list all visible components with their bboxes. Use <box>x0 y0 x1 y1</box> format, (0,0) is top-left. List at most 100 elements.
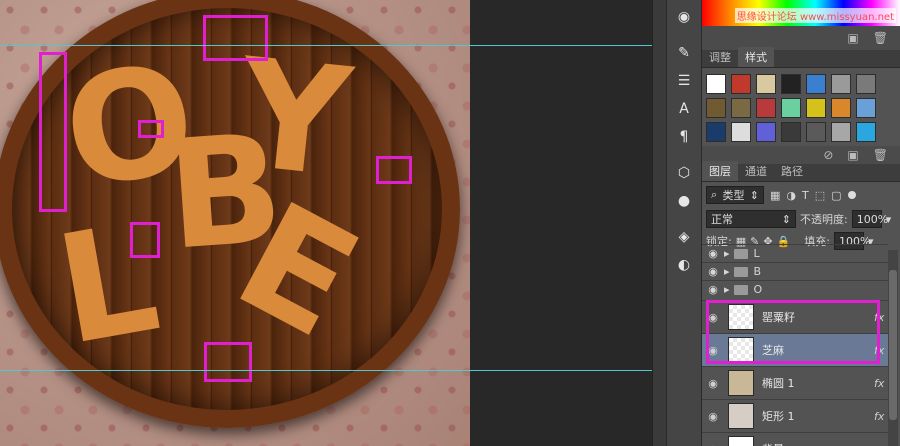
cube-icon[interactable]: ⬡ <box>672 162 696 184</box>
eye-icon[interactable]: ◉ <box>702 410 724 423</box>
eye-icon[interactable]: ◉ <box>702 443 724 446</box>
style-swatch[interactable] <box>756 98 776 118</box>
tab-paths[interactable]: 路径 <box>774 161 810 181</box>
chevron-right-icon[interactable]: ▸ <box>724 283 730 296</box>
style-swatch[interactable] <box>706 122 726 142</box>
document-canvas[interactable]: O Y B L E <box>0 0 470 446</box>
layer-group[interactable]: ◉ ▸ O <box>702 280 888 298</box>
highlight-box <box>706 300 880 364</box>
kuler-icon[interactable]: ● <box>672 190 696 212</box>
tab-layers[interactable]: 图层 <box>702 161 738 181</box>
style-swatch[interactable] <box>856 122 876 142</box>
brush-icon[interactable]: ✎ <box>672 42 696 64</box>
style-swatch[interactable] <box>831 98 851 118</box>
layer-group[interactable]: ◉ ▸ B <box>702 262 888 280</box>
style-swatch[interactable] <box>806 98 826 118</box>
tab-channels[interactable]: 通道 <box>738 161 774 181</box>
layer-row[interactable]: ◉ 背景 <box>702 432 888 446</box>
layer-group[interactable]: ◉ ▸ L <box>702 244 888 262</box>
eye-icon[interactable]: ◉ <box>702 283 724 296</box>
style-swatch[interactable] <box>756 74 776 94</box>
watermark: 思缘设计论坛 www.missyuan.net <box>734 8 896 23</box>
smart-object-filter-icon[interactable]: ▢ <box>831 189 841 202</box>
eye-icon[interactable]: ◉ <box>702 247 724 260</box>
layer-thumbnail <box>728 403 754 429</box>
group-name: L <box>753 247 760 260</box>
folder-icon <box>733 284 748 295</box>
layer-name: 矩形 1 <box>762 410 795 423</box>
opacity-label: 不透明度: <box>800 213 848 226</box>
style-swatch[interactable] <box>856 74 876 94</box>
highlight-box <box>204 342 252 382</box>
style-swatch[interactable] <box>731 122 751 142</box>
timeline-icon[interactable]: ◐ <box>672 254 696 276</box>
fx-icon[interactable]: fx <box>874 410 888 423</box>
chevron-down-icon[interactable]: ▾ <box>886 213 892 226</box>
highlight-box <box>203 15 268 61</box>
layer-name: 椭圆 1 <box>762 377 795 390</box>
filter-select[interactable]: ⌕ 类型 ⇕ <box>706 186 764 204</box>
folder-icon <box>733 266 748 277</box>
new-style-icon[interactable]: ▣ <box>847 148 858 162</box>
tab-styles[interactable]: 样式 <box>738 47 774 67</box>
eye-icon[interactable]: ◉ <box>702 265 724 278</box>
group-name: O <box>753 283 763 296</box>
style-swatch[interactable] <box>706 74 726 94</box>
style-swatch[interactable] <box>731 74 751 94</box>
style-swatch[interactable] <box>756 122 776 142</box>
layer-thumbnail <box>728 436 754 446</box>
blend-mode-select[interactable]: 正常 ⇕ <box>706 210 796 228</box>
style-swatch[interactable] <box>731 98 751 118</box>
highlight-box <box>376 156 412 184</box>
blend-row: 正常 ⇕ 不透明度: 100% ▾ <box>702 208 900 230</box>
highlight-box <box>39 52 67 212</box>
tab-adjustments[interactable]: 调整 <box>702 47 738 67</box>
opacity-field[interactable]: 100% <box>851 210 888 228</box>
3d-materials-icon[interactable]: ◈ <box>672 226 696 248</box>
swatches-panel[interactable]: 思缘设计论坛 www.missyuan.net <box>702 0 900 26</box>
new-swatch-icon[interactable]: ▣ <box>847 31 858 45</box>
type-filter-icon[interactable]: T <box>802 189 809 202</box>
chevron-down-icon: ⇕ <box>749 188 759 202</box>
fx-icon[interactable]: fx <box>874 377 888 390</box>
style-swatch[interactable] <box>831 122 851 142</box>
style-swatch[interactable] <box>806 122 826 142</box>
adjustment-filter-icon[interactable]: ◑ <box>786 189 796 202</box>
character-icon[interactable]: A <box>672 98 696 120</box>
style-swatch[interactable] <box>806 74 826 94</box>
panel-collapse-handle[interactable] <box>652 0 666 446</box>
highlight-box <box>130 222 160 258</box>
chevron-right-icon[interactable]: ▸ <box>724 247 730 260</box>
layer-name: 背景 <box>762 441 874 446</box>
paragraph-icon[interactable]: ¶ <box>672 126 696 148</box>
guide-line[interactable] <box>0 45 652 46</box>
trash-icon[interactable]: 🗑 <box>873 148 888 162</box>
style-swatch[interactable] <box>706 98 726 118</box>
layers-list: ◉ ▸ L ◉ ▸ B ◉ ▸ O ◉ 罂粟籽 fx ◉ 芝麻 fx ◉ 椭圆 … <box>702 244 888 446</box>
filter-toggle[interactable] <box>847 191 856 199</box>
panel-icon-strip: ◉ ✎ ☰ A ¶ ⬡ ● ◈ ◐ <box>666 0 702 446</box>
highlight-box <box>138 120 164 138</box>
camera-icon[interactable]: ◉ <box>672 6 696 28</box>
style-swatch[interactable] <box>781 98 801 118</box>
trash-icon[interactable]: 🗑 <box>873 31 888 45</box>
group-name: B <box>753 265 762 278</box>
layer-thumbnail <box>728 370 754 396</box>
style-swatch[interactable] <box>856 98 876 118</box>
sliders-icon[interactable]: ☰ <box>672 70 696 92</box>
guide-line[interactable] <box>0 370 652 371</box>
chevron-down-icon: ⇕ <box>781 212 791 226</box>
layer-row[interactable]: ◉ 椭圆 1 fx <box>702 366 888 399</box>
pixel-filter-icon[interactable]: ▦ <box>770 189 780 202</box>
scrollbar-thumb[interactable] <box>889 270 897 420</box>
style-swatch[interactable] <box>831 74 851 94</box>
layer-filter-bar: ⌕ 类型 ⇕ ▦ ◑ T ⬚ ▢ <box>702 182 900 208</box>
layer-row[interactable]: ◉ 矩形 1 fx <box>702 399 888 432</box>
style-swatch[interactable] <box>781 74 801 94</box>
eye-icon[interactable]: ◉ <box>702 377 724 390</box>
no-style-icon[interactable]: ⊘ <box>823 148 833 162</box>
layers-scrollbar[interactable] <box>888 250 898 446</box>
shape-filter-icon[interactable]: ⬚ <box>815 189 825 202</box>
chevron-right-icon[interactable]: ▸ <box>724 265 730 278</box>
style-swatch[interactable] <box>781 122 801 142</box>
